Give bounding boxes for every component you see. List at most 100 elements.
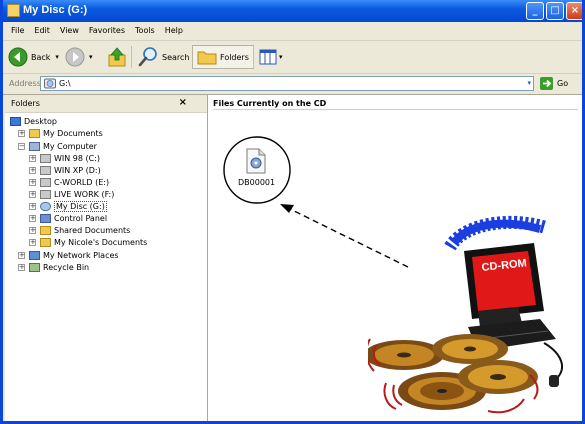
content-pane: Files Currently on the CD DB00001 CD-ROM xyxy=(208,95,582,421)
search-button[interactable]: Search xyxy=(137,45,189,69)
address-label: Address xyxy=(9,79,41,88)
toolbar-separator xyxy=(253,46,254,68)
folders-label: Folders xyxy=(220,52,249,62)
go-arrow-icon xyxy=(540,77,553,90)
tree-item-label: Control Panel xyxy=(54,213,108,223)
hard-drive-icon xyxy=(40,177,51,187)
file-label[interactable]: DB00001 xyxy=(238,178,275,187)
tree-item-label: C-WORLD (E:) xyxy=(54,177,110,187)
views-button[interactable]: ▾ xyxy=(259,45,283,69)
address-value: G:\ xyxy=(59,79,71,88)
close-button[interactable]: × xyxy=(566,2,582,20)
folder-icon xyxy=(40,237,51,247)
tree-item-label: My Nicole's Documents xyxy=(54,237,148,247)
tree-item-drive-g[interactable]: + My Disc (G:) xyxy=(29,200,107,212)
maximize-button[interactable]: □ xyxy=(546,2,564,20)
up-folder-icon xyxy=(108,47,126,67)
minimize-button[interactable]: _ xyxy=(526,2,544,20)
tree-item-drive-e[interactable]: + C-WORLD (E:) xyxy=(29,176,109,188)
menu-file[interactable]: File xyxy=(11,26,24,35)
folders-pane-title: Folders xyxy=(11,99,40,108)
cd-drive-icon xyxy=(40,201,51,211)
tree-item-nicoles-documents[interactable]: + My Nicole's Documents xyxy=(29,236,147,248)
up-folder-button[interactable] xyxy=(106,45,128,69)
forward-arrow-icon xyxy=(65,47,85,67)
desktop-icon xyxy=(10,116,21,126)
expand-icon[interactable]: + xyxy=(18,251,25,259)
search-label: Search xyxy=(162,52,190,62)
tree-item-label: Recycle Bin xyxy=(43,262,90,272)
toolbar-separator xyxy=(131,46,132,68)
title-bar[interactable]: My Disc (G:) _ □ × xyxy=(3,0,582,22)
network-icon xyxy=(29,250,40,260)
tree-item-control-panel[interactable]: + Control Panel xyxy=(29,212,107,224)
file-icon[interactable] xyxy=(246,148,266,174)
tree-item-drive-f[interactable]: + LIVE WORK (F:) xyxy=(29,188,114,200)
tree-item-label: My Documents xyxy=(43,128,103,138)
tree-item-desktop[interactable]: Desktop xyxy=(10,115,57,127)
folder-icon xyxy=(197,51,217,65)
search-icon xyxy=(138,47,157,67)
menu-favorites[interactable]: Favorites xyxy=(89,26,125,35)
chevron-down-icon[interactable]: ▾ xyxy=(279,53,283,61)
address-bar: Address G:\ ▾ Go xyxy=(3,74,582,95)
menu-tools[interactable]: Tools xyxy=(135,26,155,35)
folder-icon xyxy=(40,225,51,235)
forward-button[interactable]: ▾ xyxy=(65,45,93,69)
go-label: Go xyxy=(557,79,569,88)
menu-edit[interactable]: Edit xyxy=(34,26,50,35)
tree-item-drive-d[interactable]: + WIN XP (D:) xyxy=(29,164,101,176)
folder-icon xyxy=(29,128,40,138)
tree-item-my-documents[interactable]: + My Documents xyxy=(18,127,103,139)
folders-pane-header: Folders × xyxy=(5,95,207,113)
folder-icon xyxy=(7,4,20,17)
computer-icon xyxy=(29,141,40,151)
arrowhead-icon xyxy=(280,204,294,213)
expand-icon[interactable]: + xyxy=(29,166,36,174)
tree-item-drive-c[interactable]: + WIN 98 (C:) xyxy=(29,152,100,164)
expand-icon[interactable]: + xyxy=(29,154,36,162)
recycle-bin-icon xyxy=(29,262,40,272)
cd-drive-icon xyxy=(44,78,56,89)
back-button[interactable]: Back ▾ xyxy=(8,45,59,69)
toolbar: Back ▾ ▾ Search Folders ▾ xyxy=(3,41,582,74)
chevron-down-icon[interactable]: ▾ xyxy=(55,53,59,61)
back-label: Back xyxy=(31,52,51,62)
expand-icon[interactable]: + xyxy=(29,226,36,234)
expand-icon[interactable]: + xyxy=(29,190,36,198)
views-icon xyxy=(259,49,277,65)
tree-item-label: WIN XP (D:) xyxy=(54,165,101,175)
hard-drive-icon xyxy=(40,153,51,163)
expand-icon[interactable]: + xyxy=(29,214,36,222)
expand-icon[interactable]: + xyxy=(29,178,36,186)
tree-item-label: Shared Documents xyxy=(54,225,131,235)
menu-help[interactable]: Help xyxy=(165,26,183,35)
tree-item-my-computer[interactable]: − My Computer xyxy=(18,140,97,152)
tree-item-recycle-bin[interactable]: + Recycle Bin xyxy=(18,261,89,273)
go-button[interactable]: Go xyxy=(540,77,568,90)
expand-icon[interactable]: + xyxy=(29,202,36,210)
menu-bar: File Edit View Favorites Tools Help xyxy=(3,22,582,59)
expand-icon[interactable]: + xyxy=(18,263,25,271)
tree-item-label: My Network Places xyxy=(43,250,119,260)
hard-drive-icon xyxy=(40,189,51,199)
menu-view[interactable]: View xyxy=(60,26,79,35)
tree-item-shared-documents[interactable]: + Shared Documents xyxy=(29,224,130,236)
tree-item-network-places[interactable]: + My Network Places xyxy=(18,249,119,261)
tree-item-label: My Computer xyxy=(43,141,97,151)
expand-icon[interactable]: + xyxy=(29,238,36,246)
folders-button[interactable]: Folders xyxy=(192,45,254,69)
address-field[interactable]: G:\ ▾ xyxy=(40,76,534,91)
back-arrow-icon xyxy=(8,47,28,67)
window-title: My Disc (G:) xyxy=(23,4,88,16)
hard-drive-icon xyxy=(40,165,51,175)
control-panel-icon xyxy=(40,213,51,223)
chevron-down-icon[interactable]: ▾ xyxy=(89,53,93,61)
chevron-down-icon[interactable]: ▾ xyxy=(527,77,531,90)
tree-item-label: My Disc (G:) xyxy=(54,200,107,212)
tree-item-label: LIVE WORK (F:) xyxy=(54,189,115,199)
cd-rom-computer-clipart: CD-ROM xyxy=(368,215,563,414)
collapse-icon[interactable]: − xyxy=(18,142,25,150)
expand-icon[interactable]: + xyxy=(18,129,25,137)
close-icon[interactable]: × xyxy=(179,97,187,108)
